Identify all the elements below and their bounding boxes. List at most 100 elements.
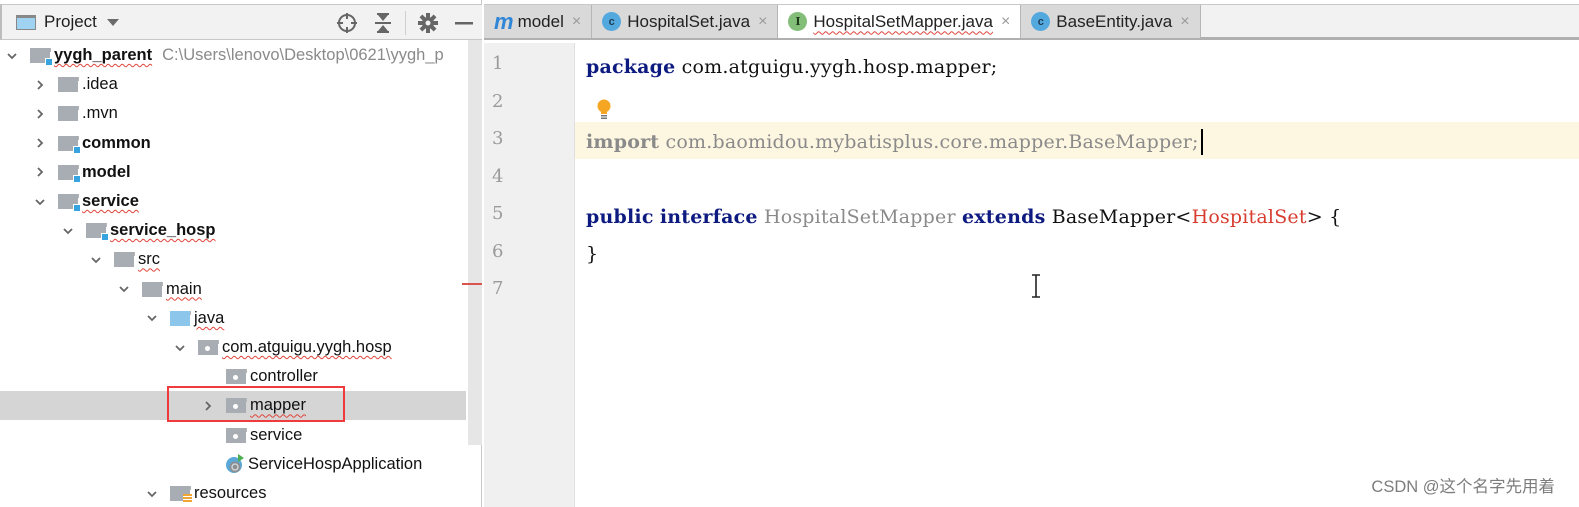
keyword: public xyxy=(586,205,654,228)
module-folder-icon xyxy=(86,223,109,242)
editor-tab-baseentity-java[interactable]: c BaseEntity.java × xyxy=(1021,5,1201,38)
tree-node-main[interactable]: main xyxy=(0,275,466,304)
error-stripe-mark xyxy=(462,283,482,285)
code-line-6[interactable]: } xyxy=(586,235,598,272)
tree-node-label: main xyxy=(166,279,202,298)
tree-node-label: yygh_parent xyxy=(54,46,153,64)
editor-tab-model[interactable]: m model × xyxy=(484,5,593,38)
chevron-down-icon[interactable] xyxy=(88,252,104,268)
text-caret xyxy=(1200,128,1203,155)
tree-node-model[interactable]: model xyxy=(0,158,466,187)
minimize-icon[interactable] xyxy=(446,5,482,41)
editor-tab-hospitalsetmapper-java[interactable]: I HospitalSetMapper.java × xyxy=(778,5,1022,38)
interface-icon: I xyxy=(788,12,808,31)
tab-label: HospitalSetMapper.java xyxy=(813,11,993,31)
chevron-down-icon[interactable] xyxy=(172,340,188,356)
tree-node-service-hosp[interactable]: service_hosp xyxy=(0,216,466,245)
chevron-right-icon[interactable] xyxy=(32,106,48,122)
tree-node-servicehospapplication[interactable]: ServiceHospApplication xyxy=(0,450,466,479)
tree-node-idea[interactable]: .idea xyxy=(0,70,466,99)
close-tab-icon[interactable]: × xyxy=(572,13,581,31)
tree-node-label: common xyxy=(82,133,151,152)
close-tab-icon[interactable]: × xyxy=(1001,13,1010,31)
tree-node-java[interactable]: java xyxy=(0,304,466,333)
tree-node-service[interactable]: service xyxy=(0,187,466,216)
close-tab-icon[interactable]: × xyxy=(758,13,767,31)
package-icon xyxy=(198,340,219,355)
project-panel-header: Project xyxy=(0,4,482,40)
tree-node-label: service xyxy=(82,192,139,210)
package-icon xyxy=(226,427,247,443)
chevron-right-icon[interactable] xyxy=(32,164,48,180)
package-name: com.atguigu.yygh.hosp.mapper; xyxy=(675,55,998,78)
code-line-3[interactable]: import com.baomidou.mybatisplus.core.map… xyxy=(586,123,1203,160)
tree-node-common[interactable]: common xyxy=(0,129,466,158)
project-view-selector[interactable]: Project xyxy=(44,12,97,32)
chevron-right-icon[interactable] xyxy=(32,77,48,93)
chevron-right-icon[interactable] xyxy=(32,135,48,151)
line-number: 6 xyxy=(492,240,504,262)
tree-node-label: .idea xyxy=(82,75,118,94)
tree-node-label: model xyxy=(82,162,131,181)
line-number: 1 xyxy=(492,53,504,74)
chevron-down-icon[interactable] xyxy=(144,310,160,326)
resources-folder-icon xyxy=(170,486,192,503)
line-number: 5 xyxy=(492,203,504,224)
intention-bulb-icon[interactable] xyxy=(596,99,612,121)
collapse-all-icon[interactable] xyxy=(365,5,401,41)
interface-name: HospitalSetMapper xyxy=(763,205,956,228)
chevron-down-icon[interactable] xyxy=(4,48,20,64)
code-line-5[interactable]: public interface HospitalSetMapper exten… xyxy=(586,198,1341,235)
tree-node-label: controller xyxy=(250,367,318,386)
code-tail: > { xyxy=(1306,205,1342,228)
tree-node-src[interactable]: src xyxy=(0,245,466,274)
project-tree-scrollbar[interactable] xyxy=(468,40,482,445)
tree-node-service[interactable]: service xyxy=(0,421,466,450)
chevron-down-icon[interactable] xyxy=(32,194,48,210)
settings-gear-icon[interactable] xyxy=(410,5,446,41)
module-folder-icon xyxy=(58,164,81,183)
folder-icon xyxy=(58,106,79,122)
module-folder-icon xyxy=(58,135,81,154)
project-tree: yygh_parent C:\Users\lenovo\Desktop\0621\… xyxy=(0,40,466,507)
chevron-down-icon[interactable] xyxy=(116,281,132,297)
tree-node-label: service xyxy=(250,425,303,444)
base-type: BaseMapper< xyxy=(1051,205,1192,228)
class-icon: c xyxy=(1031,12,1051,31)
tree-node-mvn[interactable]: .mvn xyxy=(0,99,466,128)
locate-icon[interactable] xyxy=(329,5,365,41)
tree-node-label: ServiceHospApplication xyxy=(248,454,423,473)
chevron-down-icon[interactable] xyxy=(144,486,160,502)
chevron-down-icon[interactable] xyxy=(60,223,76,239)
editor-tab-bar: m model × c HospitalSet.java × I HospitalSetMap… xyxy=(484,4,1579,40)
tree-node-com-atguigu-yygh-hosp[interactable]: com.atguigu.yygh.hosp xyxy=(0,333,466,362)
line-number: 2 xyxy=(492,90,504,112)
keyword: package xyxy=(586,55,676,78)
tree-node-label: src xyxy=(138,250,160,269)
code-line-1[interactable]: package com.atguigu.yygh.hosp.mapper; xyxy=(586,48,997,85)
toolbar-separator xyxy=(405,11,406,35)
chevron-down-icon[interactable] xyxy=(106,18,119,26)
project-path-hint: C:\Users\lenovo\Desktop\0621\yygh_p xyxy=(162,46,444,64)
annotation-highlight-box xyxy=(167,386,345,422)
editor-tab-hospitalset-java[interactable]: c HospitalSet.java × xyxy=(592,5,779,38)
code-editor[interactable]: package com.atguigu.yygh.hosp.mapper; im… xyxy=(586,43,1579,507)
tree-node-label: com.atguigu.yygh.hosp xyxy=(222,338,392,356)
closing-brace: } xyxy=(586,242,599,265)
unresolved-generic-type: HospitalSet xyxy=(1191,205,1307,228)
line-number: 4 xyxy=(492,165,504,187)
line-number-gutter: 1 2 3 4 5 6 7 xyxy=(484,43,575,507)
class-icon: c xyxy=(602,12,622,31)
line-number: 3 xyxy=(492,128,504,149)
keyword: interface xyxy=(659,205,758,228)
spring-boot-application-icon xyxy=(224,453,246,475)
tree-node-yygh-parent[interactable]: yygh_parent C:\Users\lenovo\Desktop\0621\… xyxy=(0,41,466,70)
folder-icon xyxy=(142,281,163,297)
tree-node-resources[interactable]: resources xyxy=(0,479,466,507)
line-number: 7 xyxy=(492,278,504,299)
watermark: CSDN @这个名字先用着 xyxy=(1371,478,1555,496)
close-tab-icon[interactable]: × xyxy=(1180,13,1189,31)
